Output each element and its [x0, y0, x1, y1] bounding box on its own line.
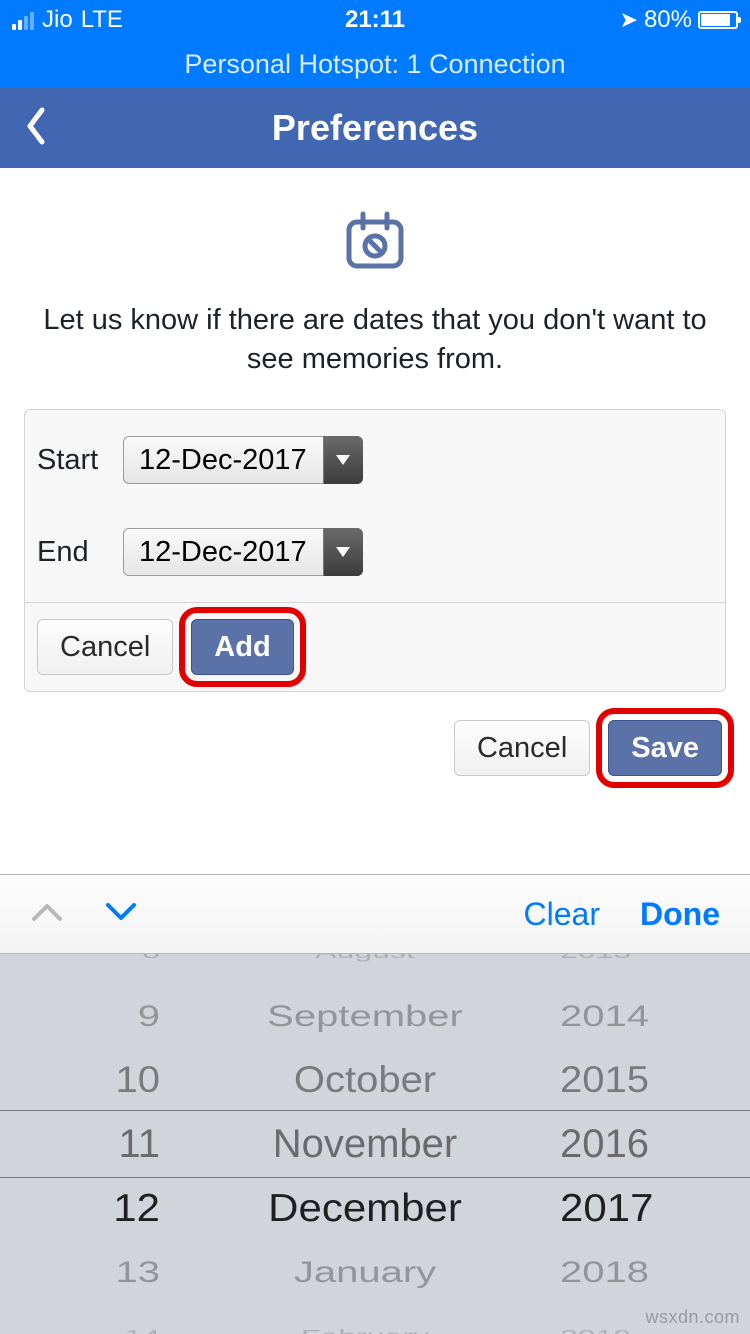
save-button[interactable]: Save [608, 720, 722, 776]
end-label: End [37, 536, 123, 569]
date-picker: Clear Done 8 9 10 11 12 13 14 August Sep… [0, 874, 750, 1334]
day-wheel[interactable]: 8 9 10 11 12 13 14 [0, 954, 200, 1334]
cancel-button[interactable]: Cancel [37, 619, 173, 675]
date-range-box: Start 12-Dec-2017 End 12-Dec-2017 Cancel… [24, 409, 726, 692]
status-right: ➤ 80% [620, 6, 738, 34]
carrier-label: Jio [42, 6, 73, 34]
year-wheel[interactable]: 2013 2014 2015 2016 2017 2018 2019 [530, 954, 750, 1334]
calendar-block-icon [343, 208, 407, 277]
network-label: LTE [81, 6, 123, 34]
battery-label: 80% [644, 6, 692, 34]
nav-bar: Preferences [0, 88, 750, 168]
end-row: End 12-Dec-2017 [25, 510, 725, 602]
cancel-button[interactable]: Cancel [454, 720, 590, 776]
hotspot-bar[interactable]: Personal Hotspot: 1 Connection [0, 40, 750, 88]
end-date-dropdown[interactable]: 12-Dec-2017 [123, 528, 363, 576]
start-row: Start 12-Dec-2017 [25, 410, 725, 510]
watermark: wsxdn.com [645, 1307, 740, 1328]
done-button[interactable]: Done [640, 896, 720, 933]
status-bar: Jio LTE 21:11 ➤ 80% [0, 0, 750, 40]
page-title: Preferences [272, 107, 478, 149]
status-left: Jio LTE [12, 6, 123, 34]
prev-field-button[interactable] [30, 901, 64, 928]
chevron-down-icon [323, 528, 363, 576]
chevron-down-icon [323, 436, 363, 484]
signal-icon [12, 10, 34, 30]
picker-wheels[interactable]: 8 9 10 11 12 13 14 August September Octo… [0, 954, 750, 1334]
start-label: Start [37, 444, 123, 477]
description-text: Let us know if there are dates that you … [24, 301, 726, 379]
picker-toolbar: Clear Done [0, 874, 750, 954]
month-wheel[interactable]: August September October November Decemb… [200, 954, 530, 1334]
clear-button[interactable]: Clear [524, 896, 600, 933]
battery-icon [698, 11, 738, 29]
content: Let us know if there are dates that you … [0, 168, 750, 776]
box-actions: Cancel Add [25, 602, 725, 691]
clock: 21:11 [345, 6, 405, 34]
end-date-value: 12-Dec-2017 [123, 528, 323, 576]
next-field-button[interactable] [104, 901, 138, 928]
page-actions: Cancel Save [24, 720, 726, 776]
start-date-dropdown[interactable]: 12-Dec-2017 [123, 436, 363, 484]
picker-actions: Clear Done [524, 896, 720, 933]
start-date-value: 12-Dec-2017 [123, 436, 323, 484]
add-button[interactable]: Add [191, 619, 293, 675]
back-button[interactable] [24, 106, 48, 151]
picker-nav [30, 901, 138, 928]
location-icon: ➤ [620, 7, 638, 33]
